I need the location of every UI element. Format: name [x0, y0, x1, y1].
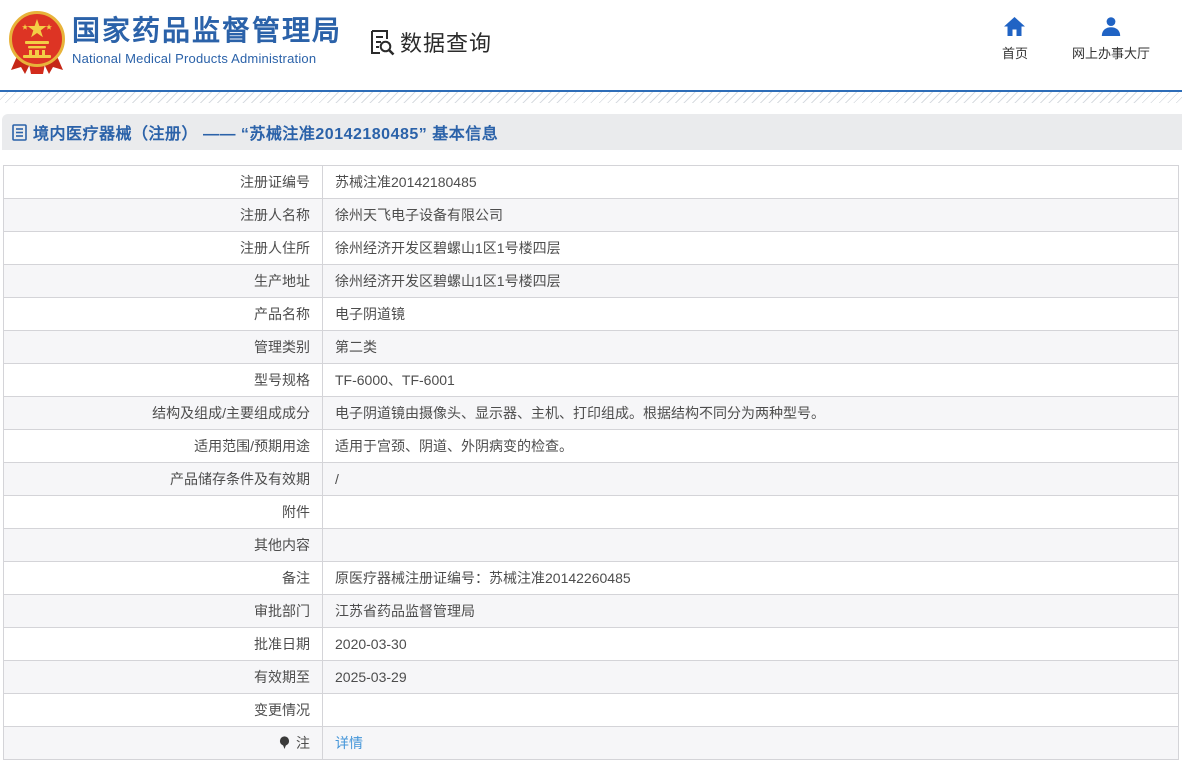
table-row: 备注 原医疗器械注册证编号：苏械注准20142260485	[4, 562, 1179, 595]
row-value	[323, 529, 1179, 562]
info-table-body: 注册证编号 苏械注准20142180485 注册人名称 徐州天飞电子设备有限公司…	[4, 166, 1179, 760]
org-name-en: National Medical Products Administration	[72, 51, 342, 66]
row-label-text: 产品储存条件及有效期	[170, 471, 310, 487]
row-value: 电子阴道镜由摄像头、显示器、主机、打印组成。根据结构不同分为两种型号。	[323, 397, 1179, 430]
table-row: 型号规格 TF-6000、TF-6001	[4, 364, 1179, 397]
row-value: 电子阴道镜	[323, 298, 1179, 331]
row-value: 苏械注准20142180485	[323, 166, 1179, 199]
detail-link[interactable]: 详情	[335, 735, 363, 751]
row-label-text: 附件	[282, 504, 310, 520]
doc-search-icon	[368, 29, 395, 56]
document-icon	[12, 124, 27, 141]
user-icon	[1101, 17, 1121, 36]
row-label-text: 其他内容	[254, 537, 310, 553]
row-label-text: 注	[296, 735, 310, 751]
row-value: 2025-03-29	[323, 661, 1179, 694]
row-label: 型号规格	[4, 364, 323, 397]
row-label-text: 产品名称	[254, 306, 310, 322]
row-value: 徐州天飞电子设备有限公司	[323, 199, 1179, 232]
table-row: 其他内容	[4, 529, 1179, 562]
row-label-text: 结构及组成/主要组成成分	[152, 405, 310, 421]
row-value	[323, 694, 1179, 727]
row-value: 2020-03-30	[323, 628, 1179, 661]
table-row: 有效期至 2025-03-29	[4, 661, 1179, 694]
row-label-text: 适用范围/预期用途	[194, 438, 310, 454]
registration-info-table: 注册证编号 苏械注准20142180485 注册人名称 徐州天飞电子设备有限公司…	[3, 165, 1179, 760]
hatch-stripe-band	[0, 92, 1182, 103]
row-label-text: 生产地址	[254, 273, 310, 289]
row-value: 徐州经济开发区碧螺山1区1号楼四层	[323, 232, 1179, 265]
row-value: 徐州经济开发区碧螺山1区1号楼四层	[323, 265, 1179, 298]
row-value: 原医疗器械注册证编号：苏械注准20142260485	[323, 562, 1179, 595]
row-label: 批准日期	[4, 628, 323, 661]
home-icon	[1004, 17, 1025, 36]
row-label: 其他内容	[4, 529, 323, 562]
row-label-text: 批准日期	[254, 636, 310, 652]
table-row: 批准日期 2020-03-30	[4, 628, 1179, 661]
row-label-text: 有效期至	[254, 669, 310, 685]
nav-home[interactable]: 首页	[1002, 17, 1028, 62]
row-label: 备注	[4, 562, 323, 595]
table-row: 适用范围/预期用途 适用于宫颈、阴道、外阴病变的检查。	[4, 430, 1179, 463]
row-label: 注册证编号	[4, 166, 323, 199]
row-label: 附件	[4, 496, 323, 529]
row-label: 结构及组成/主要组成成分	[4, 397, 323, 430]
row-label: 注册人住所	[4, 232, 323, 265]
table-row: 注册人名称 徐州天飞电子设备有限公司	[4, 199, 1179, 232]
row-label-text: 注册人名称	[240, 207, 310, 223]
data-query-label: 数据查询	[400, 26, 492, 58]
row-label: 注册人名称	[4, 199, 323, 232]
site-header: 国家药品监督管理局 National Medical Products Admi…	[0, 0, 1182, 90]
breadcrumb: 境内医疗器械（注册） —— “苏械注准20142180485” 基本信息	[2, 114, 1182, 150]
row-value: 第二类	[323, 331, 1179, 364]
national-emblem-logo	[8, 10, 66, 78]
row-value: 适用于宫颈、阴道、外阴病变的检查。	[323, 430, 1179, 463]
row-label-text: 备注	[282, 570, 310, 586]
row-label: 适用范围/预期用途	[4, 430, 323, 463]
row-label-text: 型号规格	[254, 372, 310, 388]
nav-service-hall[interactable]: 网上办事大厅	[1072, 17, 1150, 62]
org-title-block: 国家药品监督管理局 National Medical Products Admi…	[72, 16, 342, 66]
data-query-title: 数据查询	[368, 26, 492, 58]
top-nav: 首页 网上办事大厅	[1002, 17, 1150, 62]
table-row: 管理类别 第二类	[4, 331, 1179, 364]
table-row: 注册人住所 徐州经济开发区碧螺山1区1号楼四层	[4, 232, 1179, 265]
row-value	[323, 496, 1179, 529]
table-row: 注册证编号 苏械注准20142180485	[4, 166, 1179, 199]
table-row: 生产地址 徐州经济开发区碧螺山1区1号楼四层	[4, 265, 1179, 298]
row-label-text: 审批部门	[254, 603, 310, 619]
row-label-text: 变更情况	[254, 702, 310, 718]
row-label: 管理类别	[4, 331, 323, 364]
row-label: 产品储存条件及有效期	[4, 463, 323, 496]
row-label: 注	[4, 727, 323, 760]
bulb-icon	[279, 736, 290, 753]
row-label: 有效期至	[4, 661, 323, 694]
table-row: 变更情况	[4, 694, 1179, 727]
page-title: 境内医疗器械（注册） —— “苏械注准20142180485” 基本信息	[33, 120, 498, 144]
row-label-text: 注册人住所	[240, 240, 310, 256]
row-label-text: 注册证编号	[240, 174, 310, 190]
table-row: 审批部门 江苏省药品监督管理局	[4, 595, 1179, 628]
table-row: 结构及组成/主要组成成分 电子阴道镜由摄像头、显示器、主机、打印组成。根据结构不…	[4, 397, 1179, 430]
table-row: 产品名称 电子阴道镜	[4, 298, 1179, 331]
row-value: 详情	[323, 727, 1179, 760]
row-label: 变更情况	[4, 694, 323, 727]
row-value: TF-6000、TF-6001	[323, 364, 1179, 397]
row-label: 产品名称	[4, 298, 323, 331]
row-label: 审批部门	[4, 595, 323, 628]
row-value: /	[323, 463, 1179, 496]
table-row: 注 详情	[4, 727, 1179, 760]
nav-home-label: 首页	[1002, 43, 1028, 62]
row-label-text: 管理类别	[254, 339, 310, 355]
row-value: 江苏省药品监督管理局	[323, 595, 1179, 628]
org-name-zh: 国家药品监督管理局	[72, 16, 342, 47]
table-row: 附件	[4, 496, 1179, 529]
row-label: 生产地址	[4, 265, 323, 298]
nav-service-hall-label: 网上办事大厅	[1072, 43, 1150, 62]
table-row: 产品储存条件及有效期 /	[4, 463, 1179, 496]
